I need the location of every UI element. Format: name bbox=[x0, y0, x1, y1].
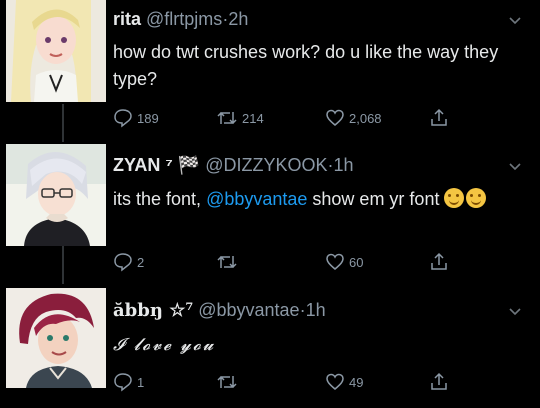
reply-count: 2 bbox=[137, 254, 145, 270]
tweet-header: rita @flrtpjms·2h bbox=[113, 9, 248, 30]
retweet-icon bbox=[217, 111, 237, 125]
share-button[interactable] bbox=[429, 372, 449, 392]
timestamp[interactable]: 2h bbox=[228, 9, 248, 29]
reply-icon bbox=[114, 373, 132, 392]
heart-icon bbox=[326, 109, 344, 126]
avatar[interactable] bbox=[6, 144, 106, 246]
reply-count: 189 bbox=[137, 110, 159, 126]
name-badge: ⁷ 🏁 bbox=[165, 155, 201, 175]
reply-icon bbox=[114, 253, 132, 272]
like-count: 49 bbox=[349, 374, 364, 390]
avatar[interactable] bbox=[6, 288, 106, 388]
retweet-icon bbox=[217, 375, 237, 389]
chevron-down-icon[interactable] bbox=[508, 160, 522, 175]
reply-button[interactable]: 1 bbox=[113, 372, 144, 392]
avatar-illustration bbox=[6, 0, 106, 102]
woozy-emoji-icon bbox=[444, 188, 465, 208]
user-handle[interactable]: @DIZZYKOOK bbox=[205, 155, 327, 175]
tweet-text-part: show em yr font bbox=[307, 189, 440, 209]
user-handle[interactable]: @bbyvantae bbox=[198, 300, 299, 320]
tweet[interactable]: ZYAN ⁷ 🏁 @DIZZYKOOK·1h its the font, @bb… bbox=[0, 142, 540, 284]
tweet[interactable]: ăbbŋ ☆⁷ @bbyvantae·1h 𝓘 𝓵𝓸𝓿𝓮 𝔂𝓸𝓾 1 49 bbox=[0, 286, 540, 408]
timestamp[interactable]: 1h bbox=[334, 155, 354, 175]
reply-button[interactable]: 189 bbox=[113, 108, 159, 128]
retweet-button[interactable] bbox=[216, 252, 242, 272]
tweet-actions: 1 49 bbox=[113, 372, 453, 396]
reply-count: 1 bbox=[137, 374, 145, 390]
retweet-count: 214 bbox=[242, 110, 264, 126]
reply-button[interactable]: 2 bbox=[113, 252, 144, 272]
retweet-button[interactable] bbox=[216, 372, 242, 392]
share-icon bbox=[431, 108, 447, 126]
tweet-text: its the font, @bbyvantae show em yr font bbox=[113, 186, 513, 213]
avatar[interactable] bbox=[6, 0, 106, 102]
mention-link[interactable]: @bbyvantae bbox=[206, 189, 307, 209]
share-icon bbox=[431, 372, 447, 390]
like-count: 2,068 bbox=[349, 110, 382, 126]
tweet-header: ăbbŋ ☆⁷ @bbyvantae·1h bbox=[113, 300, 326, 321]
tweet-actions: 2 60 bbox=[113, 252, 453, 276]
tweet-text: 𝓘 𝓵𝓸𝓿𝓮 𝔂𝓸𝓾 bbox=[113, 335, 216, 355]
heart-icon bbox=[326, 253, 344, 270]
woozy-emoji-icon bbox=[466, 188, 487, 208]
heart-icon bbox=[326, 373, 344, 390]
tweet[interactable]: rita @flrtpjms·2h how do twt crushes wor… bbox=[0, 0, 540, 140]
share-button[interactable] bbox=[429, 252, 449, 272]
like-button[interactable]: 60 bbox=[325, 252, 363, 272]
avatar-illustration bbox=[6, 288, 106, 388]
like-count: 60 bbox=[349, 254, 364, 270]
like-button[interactable]: 2,068 bbox=[325, 108, 382, 128]
chevron-down-icon[interactable] bbox=[508, 14, 522, 29]
retweet-button[interactable]: 214 bbox=[216, 108, 264, 128]
avatar-illustration bbox=[6, 144, 106, 246]
tweet-header: ZYAN ⁷ 🏁 @DIZZYKOOK·1h bbox=[113, 155, 354, 176]
tweet-text-part: its the font, bbox=[113, 189, 207, 209]
share-icon bbox=[431, 252, 447, 270]
reply-icon bbox=[114, 109, 132, 128]
tweet-text: how do twt crushes work? do u like the w… bbox=[113, 42, 499, 89]
share-button[interactable] bbox=[429, 108, 449, 128]
user-handle[interactable]: @flrtpjms bbox=[146, 9, 222, 29]
chevron-down-icon[interactable] bbox=[508, 305, 522, 320]
retweet-icon bbox=[217, 255, 237, 269]
display-name[interactable]: ăbbŋ ☆⁷ bbox=[113, 300, 193, 321]
display-name[interactable]: rita bbox=[113, 9, 141, 29]
like-button[interactable]: 49 bbox=[325, 372, 363, 392]
tweet-actions: 189 214 2,068 bbox=[113, 108, 453, 132]
display-name[interactable]: ZYAN ⁷ 🏁 bbox=[113, 155, 200, 175]
timestamp[interactable]: 1h bbox=[306, 300, 326, 320]
